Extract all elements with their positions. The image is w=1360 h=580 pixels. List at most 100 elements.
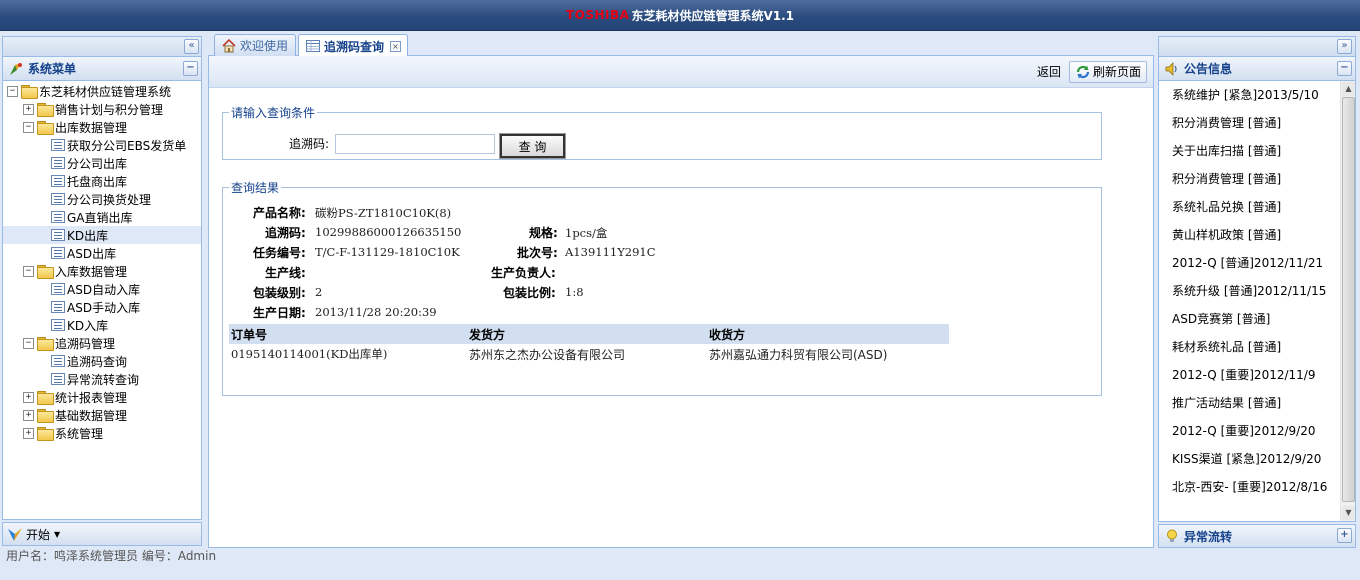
tab-strip: 欢迎使用 追溯码查询 × (208, 32, 1154, 57)
abnormal-header[interactable]: 异常流转 + (1159, 525, 1355, 547)
notice-item[interactable]: 北京-西安- [重要]2012/8/16 (1159, 473, 1341, 501)
menu-item[interactable]: + 统计报表管理 (3, 388, 201, 406)
batch-label: 批次号: (517, 246, 558, 260)
refresh-button[interactable]: 刷新页面 (1068, 60, 1147, 83)
expand-icon[interactable]: + (23, 409, 34, 421)
menu-item-label: 系统管理 (55, 426, 104, 441)
scroll-thumb[interactable] (1342, 97, 1355, 502)
menu-item[interactable]: − 出库数据管理 (3, 118, 201, 136)
start-menu-button[interactable]: 开始 ▼ (2, 522, 202, 546)
collapse-right-icon[interactable]: » (1337, 39, 1352, 54)
abnormal-expand-icon[interactable]: + (1337, 528, 1352, 543)
menu-item[interactable]: ASD手动入库 (3, 298, 201, 316)
start-icon (8, 528, 22, 541)
status-bar: 用户名：鸣泽系统管理员 编号：Admin (6, 549, 217, 563)
menu-item[interactable]: + 销售计划与积分管理 (3, 100, 201, 118)
folder-icon (37, 103, 54, 117)
notice-scrollbar[interactable]: ▲ ▼ (1340, 81, 1355, 521)
collapse-icon[interactable]: − (23, 337, 34, 349)
notice-item[interactable]: 耗材系统礼品 [普通] (1159, 333, 1341, 361)
notice-item[interactable]: 2012-Q [普通]2012/11/21 (1159, 249, 1341, 277)
notice-item[interactable]: 推广活动结果 [普通] (1159, 389, 1341, 417)
refresh-label: 刷新页面 (1092, 65, 1141, 79)
menu-item[interactable]: 分公司换货处理 (3, 190, 201, 208)
notice-item[interactable]: 积分消费管理 [普通] (1159, 165, 1341, 193)
menu-item[interactable]: 获取分公司EBS发货单 (3, 136, 201, 154)
product-value: 碳粉PS-ZT1810C10K(8) (315, 206, 452, 220)
trace-code-input[interactable] (335, 134, 495, 154)
notice-item[interactable]: 黄山样机政策 [普通] (1159, 221, 1341, 249)
pack-level-value: 2 (315, 285, 323, 299)
notice-item[interactable]: 系统礼品兑换 [普通] (1159, 193, 1341, 221)
speaker-icon (1163, 60, 1181, 78)
trace-label: 追溯码: (265, 226, 306, 240)
page-icon (51, 355, 65, 367)
menu-item-label: 入库数据管理 (55, 264, 128, 279)
menu-item[interactable]: ASD自动入库 (3, 280, 201, 298)
menu-item-label: 托盘商出库 (67, 174, 128, 189)
notice-item[interactable]: 2012-Q [重要]2012/11/9 (1159, 361, 1341, 389)
menu-item-label: GA直销出库 (67, 210, 133, 225)
menu-item[interactable]: 追溯码查询 (3, 352, 201, 370)
expand-icon[interactable]: + (23, 391, 34, 403)
tab-trace-query[interactable]: 追溯码查询 × (298, 34, 408, 57)
scroll-up-icon[interactable]: ▲ (1342, 82, 1355, 96)
tab-trace-query-label: 追溯码查询 (324, 39, 385, 54)
pack-ratio-label: 包装比例: (503, 286, 556, 300)
expand-icon[interactable]: + (23, 427, 34, 439)
menu-item[interactable]: 异常流转查询 (3, 370, 201, 388)
menu-item-label: 销售计划与积分管理 (55, 102, 164, 117)
menu-item[interactable]: 分公司出库 (3, 154, 201, 172)
folder-icon (37, 121, 54, 135)
collapse-left-icon[interactable]: « (184, 39, 199, 54)
menu-item[interactable]: KD入库 (3, 316, 201, 334)
menu-item[interactable]: 托盘商出库 (3, 172, 201, 190)
menu-collapse-icon[interactable]: − (183, 61, 198, 76)
close-icon[interactable]: × (390, 40, 401, 52)
query-button[interactable]: 查 询 (499, 133, 566, 159)
notice-item[interactable]: 系统维护 [紧急]2013/5/10 (1159, 81, 1341, 109)
menu-item[interactable]: ASD出库 (3, 244, 201, 262)
menu-item[interactable]: − 东芝耗材供应链管理系统 (3, 82, 201, 100)
header-order: 订单号 (231, 327, 268, 342)
menu-item-label: 追溯码管理 (55, 336, 116, 351)
menu-item[interactable]: + 系统管理 (3, 424, 201, 442)
menu-item[interactable]: KD出库 (3, 226, 201, 244)
page-icon (51, 283, 65, 295)
menu-item-label: ASD出库 (67, 246, 117, 261)
tab-welcome[interactable]: 欢迎使用 (214, 34, 296, 56)
cell-receiver: 苏州嘉弘通力科贸有限公司(ASD) (709, 347, 888, 362)
scroll-down-icon[interactable]: ▼ (1342, 506, 1355, 520)
notice-item[interactable]: 2012-Q [重要]2012/9/20 (1159, 417, 1341, 445)
notice-item[interactable]: 积分消费管理 [普通] (1159, 109, 1341, 137)
folder-icon (37, 391, 54, 405)
page-icon (51, 193, 65, 205)
notice-title: 公告信息 (1184, 62, 1233, 76)
menu-item[interactable]: − 入库数据管理 (3, 262, 201, 280)
expand-icon[interactable]: + (23, 103, 34, 115)
menu-item[interactable]: + 基础数据管理 (3, 406, 201, 424)
spec-value: 1pcs/盒 (565, 226, 608, 240)
chevron-down-icon: ▼ (54, 529, 61, 539)
menu-item-label: 统计报表管理 (55, 390, 128, 405)
task-value: T/C-F-131129-1810C10K (315, 245, 460, 259)
header-receiver: 收货方 (709, 327, 746, 342)
menu-item[interactable]: GA直销出库 (3, 208, 201, 226)
menu-item[interactable]: − 追溯码管理 (3, 334, 201, 352)
notice-collapse-icon[interactable]: − (1337, 61, 1352, 76)
menu-item-label: 分公司出库 (67, 156, 128, 171)
folder-icon (37, 265, 54, 279)
notice-item[interactable]: 系统升级 [普通]2012/11/15 (1159, 277, 1341, 305)
notice-item[interactable]: ASD竞赛第 [普通] (1159, 305, 1341, 333)
brand-logo: TOSHIBA (565, 8, 630, 22)
collapse-icon[interactable]: − (23, 265, 34, 277)
notice-item[interactable]: 关于出库扫描 [普通] (1159, 137, 1341, 165)
notice-item[interactable]: KISS渠道 [紧急]2012/9/20 (1159, 445, 1341, 473)
collapse-icon[interactable]: − (7, 85, 18, 97)
collapse-icon[interactable]: − (23, 121, 34, 133)
main-content: 返回 刷新页面 请输入查询条件 追溯码: 查 询 查询结果 产品名称: 碳粉PS… (208, 56, 1154, 548)
back-link[interactable]: 返回 (1037, 63, 1061, 80)
trace-code-label: 追溯码: (289, 137, 330, 151)
menu-icon (7, 60, 25, 78)
table-row[interactable]: 0195140114001(KD出库单) 苏州东之杰办公设备有限公司 苏州嘉弘通… (229, 344, 949, 364)
